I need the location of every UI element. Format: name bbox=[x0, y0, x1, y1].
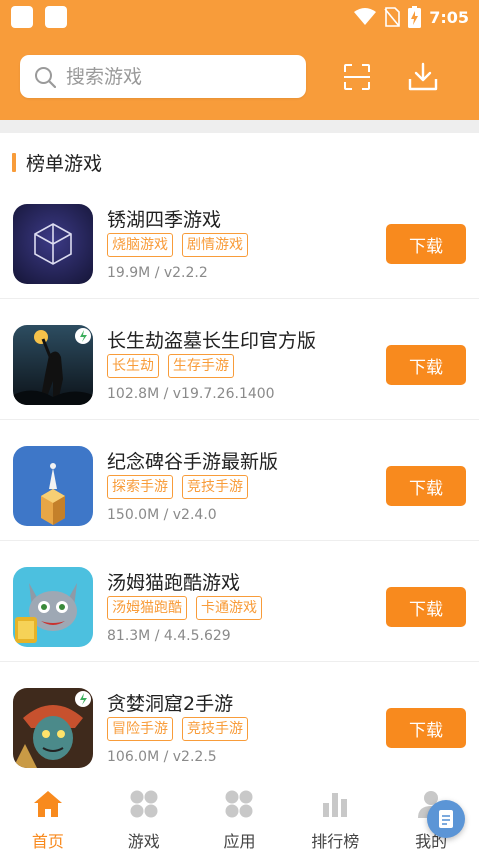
list-item[interactable]: 汤姆猫跑酷游戏 汤姆猫跑酷 卡通游戏 81.3M / 4.4.5.629 下载 bbox=[0, 541, 479, 662]
game-tag: 竞技手游 bbox=[182, 475, 248, 499]
scan-icon bbox=[344, 64, 370, 90]
tab-home[interactable]: 首页 bbox=[0, 780, 96, 853]
download-button[interactable]: 下载 bbox=[386, 345, 466, 385]
game-tag: 剧情游戏 bbox=[182, 233, 248, 257]
notification-icon bbox=[11, 6, 33, 28]
monument-valley-icon[interactable] bbox=[13, 446, 93, 526]
tab-ranking[interactable]: 排行榜 bbox=[287, 780, 383, 853]
game-name: 锈湖四季游戏 bbox=[107, 209, 222, 231]
game-meta: 102.8M / v19.7.26.1400 bbox=[107, 386, 275, 402]
game-meta: 81.3M / 4.4.5.629 bbox=[107, 628, 231, 644]
rusty-lake-cube-icon[interactable] bbox=[13, 204, 93, 284]
game-tag: 竞技手游 bbox=[182, 717, 248, 741]
tab-apps[interactable]: 应用 bbox=[192, 780, 288, 853]
wifi-icon bbox=[354, 8, 377, 25]
game-name: 长生劫盗墓长生印官方版 bbox=[107, 330, 317, 352]
game-meta: 150.0M / v2.4.0 bbox=[107, 507, 217, 523]
notification-icon bbox=[45, 6, 67, 28]
download-manager-button[interactable] bbox=[407, 61, 439, 93]
list-item[interactable]: 贪婪洞窟2手游 冒险手游 竞技手游 106.0M / v2.2.5 下载 bbox=[0, 662, 479, 783]
tab-label: 应用 bbox=[223, 832, 256, 851]
bar-chart-icon bbox=[323, 793, 348, 817]
game-meta: 106.0M / v2.2.5 bbox=[107, 749, 217, 765]
game-tag: 卡通游戏 bbox=[196, 596, 262, 620]
scan-button[interactable] bbox=[341, 61, 373, 93]
game-tag: 烧脑游戏 bbox=[107, 233, 173, 257]
section-title: 榜单游戏 bbox=[26, 152, 103, 175]
game-tag: 冒险手游 bbox=[107, 717, 173, 741]
tab-games[interactable]: 游戏 bbox=[96, 780, 192, 853]
grid-icon bbox=[130, 790, 158, 818]
status-bar: 7:05 bbox=[0, 0, 479, 35]
floating-notes-button[interactable] bbox=[427, 800, 465, 838]
game-list: 锈湖四季游戏 烧脑游戏 剧情游戏 19.9M / v2.2.2 下载 长生劫盗墓… bbox=[0, 178, 479, 783]
greedy-cave-icon[interactable] bbox=[13, 688, 93, 768]
list-item[interactable]: 纪念碑谷手游最新版 探索手游 竞技手游 150.0M / v2.4.0 下载 bbox=[0, 420, 479, 541]
battery-charging-icon bbox=[408, 6, 422, 28]
game-name: 汤姆猫跑酷游戏 bbox=[107, 572, 241, 594]
status-time: 7:05 bbox=[429, 7, 469, 27]
game-tag: 生存手游 bbox=[168, 354, 234, 378]
home-icon bbox=[33, 791, 62, 817]
talking-tom-icon[interactable] bbox=[13, 567, 93, 647]
download-button[interactable]: 下载 bbox=[386, 587, 466, 627]
list-item[interactable]: 长生劫盗墓长生印官方版 长生劫 生存手游 102.8M / v19.7.26.1… bbox=[0, 299, 479, 420]
download-icon bbox=[408, 62, 438, 91]
tab-label: 游戏 bbox=[127, 832, 160, 851]
download-button[interactable]: 下载 bbox=[386, 224, 466, 264]
game-meta: 19.9M / v2.2.2 bbox=[107, 265, 208, 281]
accent-bar bbox=[12, 152, 16, 172]
search-box[interactable] bbox=[20, 55, 306, 98]
game-tag: 汤姆猫跑酷 bbox=[107, 596, 187, 620]
search-input[interactable] bbox=[66, 65, 286, 88]
game-tag: 长生劫 bbox=[107, 354, 159, 378]
game-name: 贪婪洞窟2手游 bbox=[107, 693, 234, 715]
game-name: 纪念碑谷手游最新版 bbox=[107, 451, 279, 473]
search-icon bbox=[35, 66, 56, 88]
game-tag: 探索手游 bbox=[107, 475, 173, 499]
tab-label: 首页 bbox=[31, 832, 64, 851]
apps-grid-icon bbox=[225, 790, 253, 818]
document-icon bbox=[439, 810, 453, 828]
tab-label: 排行榜 bbox=[311, 832, 360, 851]
section-divider bbox=[0, 120, 479, 133]
bottom-tab-bar: 首页 游戏 应用 排行榜 我的 bbox=[0, 780, 479, 853]
explorer-torch-icon[interactable] bbox=[13, 325, 93, 405]
section-header: 榜单游戏 bbox=[12, 148, 102, 176]
no-sim-icon bbox=[384, 7, 401, 27]
header bbox=[0, 35, 479, 120]
download-button[interactable]: 下载 bbox=[386, 708, 466, 748]
list-item[interactable]: 锈湖四季游戏 烧脑游戏 剧情游戏 19.9M / v2.2.2 下载 bbox=[0, 178, 479, 299]
download-button[interactable]: 下载 bbox=[386, 466, 466, 506]
